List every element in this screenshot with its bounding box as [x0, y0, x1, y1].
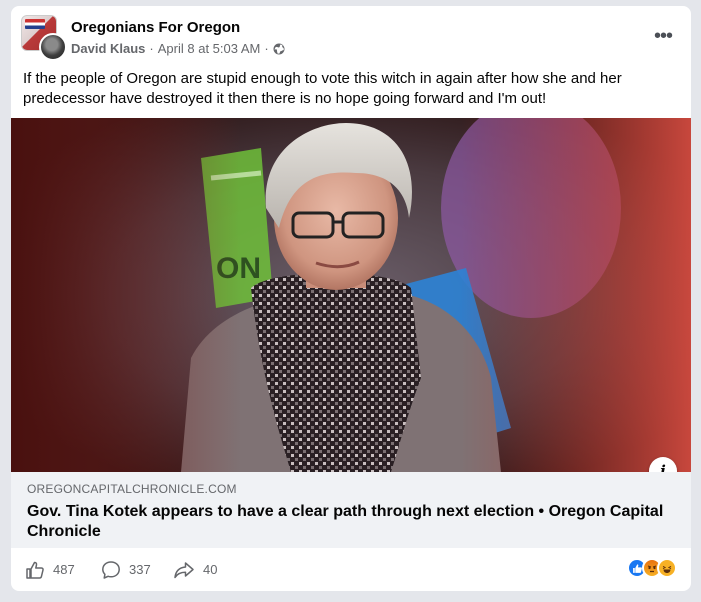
- group-name-link[interactable]: Oregonians For Oregon: [71, 19, 240, 36]
- share-button[interactable]: 40: [173, 560, 217, 580]
- action-bar: 487 337 40: [11, 548, 691, 591]
- post-meta: David Klaus · April 8 at 5:03 AM ·: [71, 41, 285, 56]
- post-card: Oregonians For Oregon David Klaus · Apri…: [11, 6, 691, 591]
- comment-icon: [102, 560, 120, 579]
- user-avatar[interactable]: [39, 33, 67, 61]
- post-text: If the people of Oregon are stupid enoug…: [23, 70, 622, 107]
- avatar-group[interactable]: [21, 15, 67, 61]
- post-header: Oregonians For Oregon David Klaus · Apri…: [11, 6, 691, 66]
- comment-count: 337: [129, 562, 151, 577]
- comment-button[interactable]: 337: [101, 560, 151, 580]
- like-button[interactable]: 487: [25, 560, 75, 580]
- more-options-icon[interactable]: •••: [647, 24, 679, 48]
- link-preview[interactable]: OREGONCAPITALCHRONICLE.COM Gov. Tina Kot…: [11, 472, 691, 548]
- globe-icon[interactable]: [273, 43, 285, 55]
- link-title[interactable]: Gov. Tina Kotek appears to have a clear …: [27, 502, 667, 542]
- reactions-summary[interactable]: [627, 558, 677, 578]
- share-icon: [174, 561, 194, 578]
- meta-separator-2: ·: [264, 41, 269, 56]
- timestamp-link[interactable]: April 8 at 5:03 AM: [158, 41, 261, 56]
- link-domain: OREGONCAPITALCHRONICLE.COM: [27, 482, 237, 496]
- link-image[interactable]: ON i: [11, 118, 691, 472]
- flag-icon: [25, 19, 45, 29]
- portrait-photo: ON: [11, 118, 691, 472]
- thumbs-up-icon: [26, 561, 44, 579]
- haha-reaction-icon: [657, 558, 677, 578]
- author-link[interactable]: David Klaus: [71, 41, 145, 56]
- share-count: 40: [203, 562, 218, 577]
- meta-separator: ·: [149, 41, 154, 56]
- like-count: 487: [53, 562, 75, 577]
